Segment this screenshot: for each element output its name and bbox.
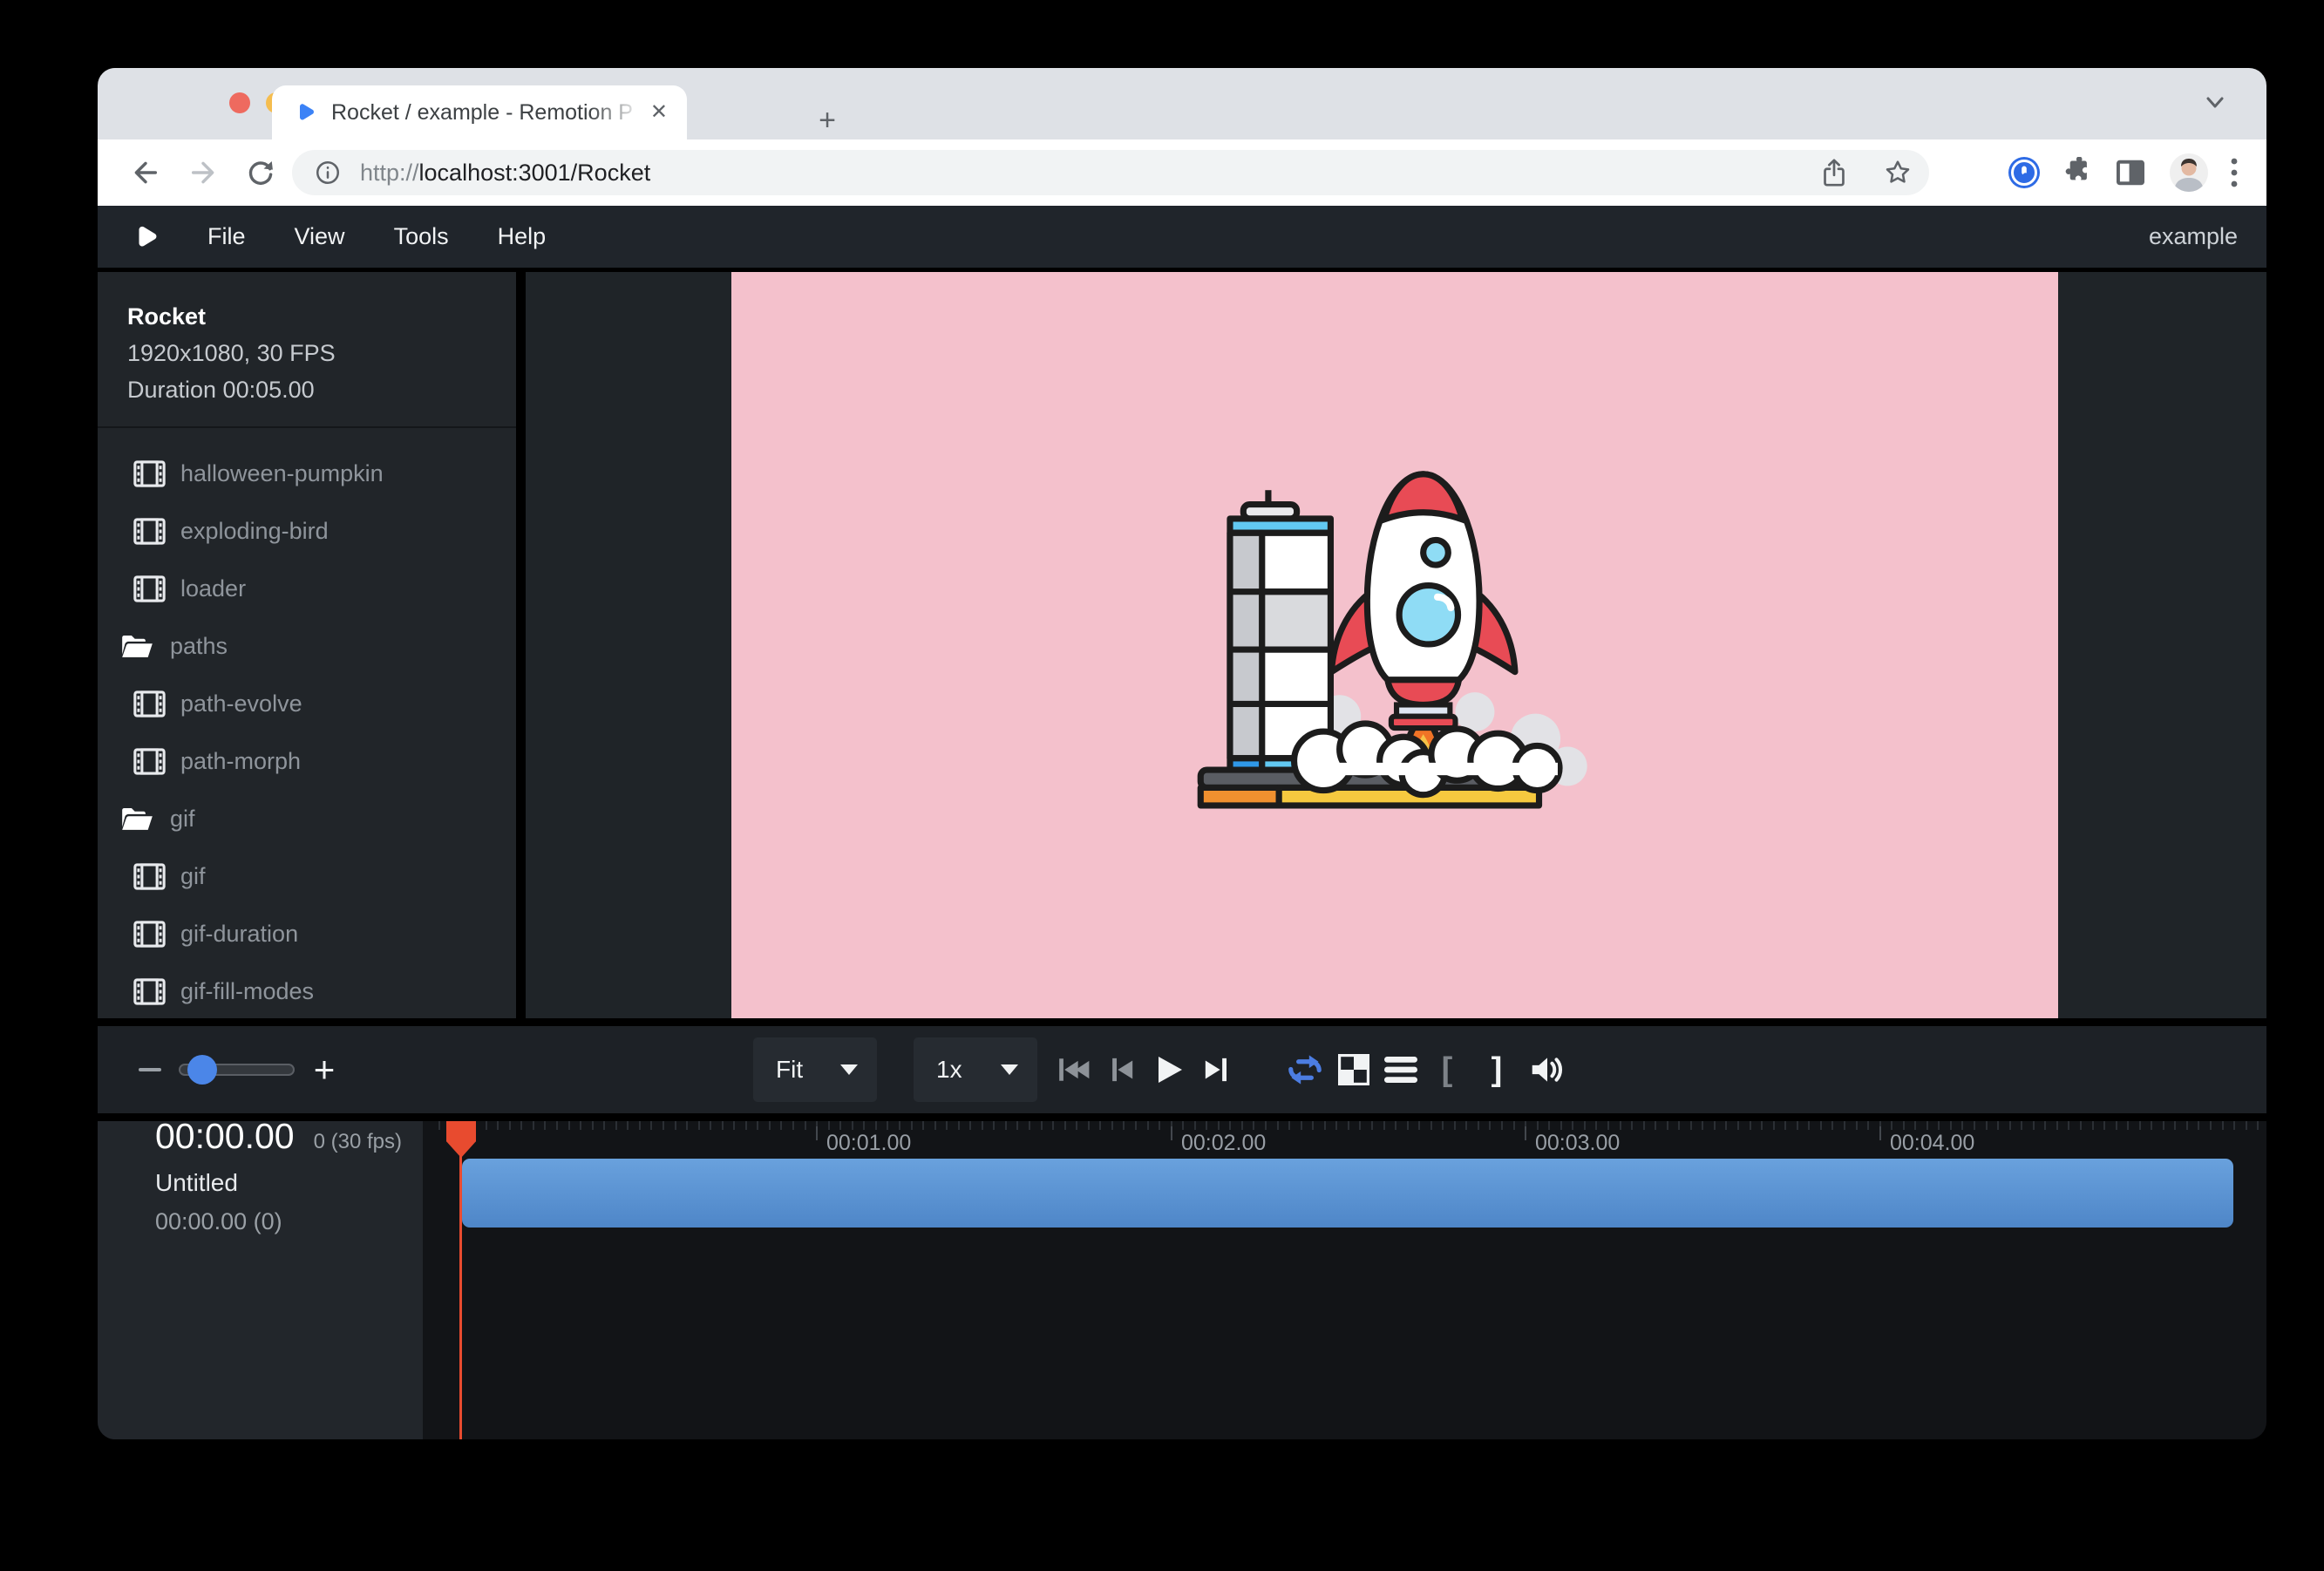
chevron-down-icon [1001,1064,1018,1075]
panel-divider[interactable] [516,272,526,1018]
film-icon [133,921,166,948]
frame-counter: 0 (30 fps) [314,1130,402,1153]
film-icon [133,863,166,890]
film-icon [133,460,166,487]
remotion-logo-icon[interactable] [133,224,159,250]
menu-item-view[interactable]: View [295,223,345,250]
new-tab-button[interactable]: + [812,105,842,135]
film-icon [133,518,166,545]
remotion-favicon-icon [295,102,316,123]
chevron-down-icon [840,1064,858,1075]
timeline-track-bar[interactable] [462,1159,2233,1228]
open-folder-icon [119,805,155,833]
ruler-label: 00:01.00 [826,1131,911,1156]
desktop-background: Rocket / example - Remotion P ✕ + [0,0,2324,1571]
composition-resolution: 1920x1080, 30 FPS [127,340,516,367]
browser-titlebar: Rocket / example - Remotion P ✕ + [98,68,2266,139]
composition-duration: Duration 00:05.00 [127,377,516,404]
url-bar[interactable]: http://localhost:3001/Rocket [292,150,1929,195]
tab-title: Rocket / example - Remotion P [331,100,642,126]
compositions-sidebar: Rocket 1920x1080, 30 FPS Duration 00:05.… [98,272,516,1018]
timeline-track-area[interactable]: 00:01.00 00:02.00 00:03.00 00:04.00 [423,1121,2266,1439]
track-name[interactable]: Untitled [155,1169,423,1197]
bookmark-star-icon[interactable] [1884,159,1912,187]
skip-to-end-button[interactable] [1201,1057,1231,1083]
site-info-icon[interactable] [315,160,341,186]
timeline-info-column: 00:00.000 (30 fps) Untitled 00:00.00 (0) [98,1121,423,1439]
url-text: http://localhost:3001/Rocket [360,160,1821,187]
rocket-illustration [1190,449,1600,841]
close-tab-icon[interactable]: ✕ [650,102,668,123]
composition-name: Rocket [127,303,516,330]
previous-frame-button[interactable] [1107,1057,1137,1083]
composition-list: halloween-pumpkin exploding-bird loader … [98,445,516,1018]
tab-search-chevron-icon[interactable] [2205,96,2225,110]
transparency-checkerboard-button[interactable] [1338,1054,1369,1085]
ruler-tick [816,1126,818,1140]
timeline-panel: 00:00.000 (30 fps) Untitled 00:00.00 (0)… [98,1121,2266,1439]
forward-icon[interactable] [188,158,218,187]
timeline-zoom-in-button[interactable]: + [314,1051,336,1088]
sidebar-folder-gif[interactable]: gif [98,790,516,847]
sidebar-item-exploding-bird[interactable]: exploding-bird [98,502,516,560]
open-folder-icon [119,632,155,661]
ruler-label: 00:03.00 [1535,1131,1620,1156]
onepassword-icon[interactable] [2007,155,2042,190]
browser-tab[interactable]: Rocket / example - Remotion P ✕ [272,85,687,139]
track-duration: 00:00.00 (0) [155,1208,423,1235]
timeline-zoom-slider-thumb[interactable] [187,1055,217,1085]
sidebar-folder-paths[interactable]: paths [98,617,516,675]
kebab-menu-icon[interactable] [2230,157,2239,188]
sidebar-item-path-evolve[interactable]: path-evolve [98,675,516,732]
ruler-label: 00:04.00 [1890,1131,1974,1156]
sidebar-item-gif[interactable]: gif [98,847,516,905]
project-name-label: example [2149,223,2238,250]
playback-speed-dropdown[interactable]: 1x [914,1037,1037,1102]
close-window-button[interactable] [229,92,250,113]
ruler-tick [1879,1126,1881,1140]
timeline-zoom-out-button[interactable] [139,1068,161,1071]
playback-controls-bar: + Fit 1x [98,1026,2266,1113]
film-icon [133,978,166,1005]
timeline-rows-button[interactable] [1384,1056,1417,1084]
playhead-line[interactable] [459,1121,462,1439]
menu-item-tools[interactable]: Tools [394,223,449,250]
sidebar-item-loader[interactable]: loader [98,560,516,617]
menu-item-help[interactable]: Help [498,223,547,250]
current-time-display: 00:00.00 [155,1116,295,1157]
sidebar-item-halloween-pumpkin[interactable]: halloween-pumpkin [98,445,516,502]
volume-button[interactable] [1530,1055,1565,1085]
film-icon [133,748,166,775]
share-icon[interactable] [1821,158,1847,187]
browser-toolbar: http://localhost:3001/Rocket [98,139,2266,206]
ruler-label: 00:02.00 [1181,1131,1266,1156]
browser-window: Rocket / example - Remotion P ✕ + [98,68,2266,1439]
sidebar-toggle-icon[interactable] [2115,159,2146,187]
ruler-tick [1525,1126,1526,1140]
extensions-puzzle-icon[interactable] [2062,157,2094,188]
menu-item-file[interactable]: File [207,223,246,250]
composition-info: Rocket 1920x1080, 30 FPS Duration 00:05.… [98,272,516,404]
out-point-button[interactable]: ] [1492,1053,1503,1086]
reload-icon[interactable] [246,158,275,187]
loop-button[interactable] [1284,1053,1326,1086]
in-point-button[interactable]: [ [1442,1053,1453,1086]
play-button[interactable] [1153,1055,1185,1085]
canvas-size-dropdown[interactable]: Fit [753,1037,877,1102]
sidebar-item-path-morph[interactable]: path-morph [98,732,516,790]
preview-canvas [731,272,2058,1018]
film-icon [133,690,166,717]
skip-to-start-button[interactable] [1057,1057,1092,1083]
remotion-menu-bar: File View Tools Help example [98,206,2266,268]
preview-panel [526,272,2266,1018]
film-icon [133,575,166,602]
playhead-handle[interactable] [446,1121,476,1158]
back-icon[interactable] [131,158,160,187]
main-content: Rocket 1920x1080, 30 FPS Duration 00:05.… [98,272,2266,1018]
ruler-tick [1171,1126,1172,1140]
sidebar-item-gif-fill-modes[interactable]: gif-fill-modes [98,962,516,1018]
sidebar-item-gif-duration[interactable]: gif-duration [98,905,516,962]
sidebar-divider [98,426,516,428]
profile-avatar[interactable] [2169,153,2209,193]
